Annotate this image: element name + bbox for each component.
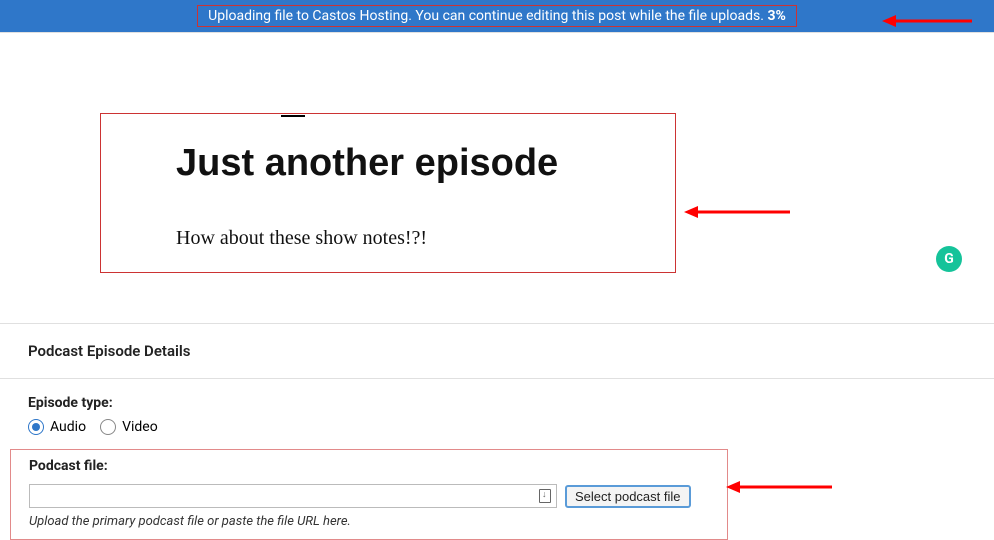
- episode-type-radios: Audio Video: [28, 419, 966, 435]
- post-body[interactable]: How about these show notes!?!: [176, 227, 645, 250]
- post-title[interactable]: Just another episode: [176, 142, 645, 185]
- annotation-arrow-file: [726, 480, 832, 494]
- podcast-file-hint: Upload the primary podcast file or paste…: [29, 514, 709, 529]
- radio-audio-label: Audio: [50, 419, 86, 435]
- meta-section-title: Podcast Episode Details: [28, 342, 966, 360]
- upload-message: Uploading file to Castos Hosting. You ca…: [208, 8, 764, 24]
- radio-icon: [28, 419, 44, 435]
- autofill-icon: [539, 489, 551, 503]
- podcast-file-label: Podcast file:: [29, 458, 709, 474]
- editor-area: Just another episode How about these sho…: [0, 33, 994, 273]
- radio-video[interactable]: Video: [100, 419, 158, 435]
- upload-progress-text: Uploading file to Castos Hosting. You ca…: [197, 5, 797, 27]
- grammarly-icon[interactable]: G: [936, 246, 962, 272]
- podcast-file-input-wrap: [29, 484, 557, 508]
- radio-video-label: Video: [122, 419, 158, 435]
- podcast-file-annotation-box: Podcast file: Select podcast file Upload…: [10, 449, 728, 540]
- annotation-arrow-banner: [882, 14, 972, 28]
- podcast-file-input[interactable]: [29, 484, 557, 508]
- upload-percent: 3%: [767, 8, 785, 24]
- divider: [0, 378, 994, 379]
- upload-progress-banner: Uploading file to Castos Hosting. You ca…: [0, 0, 994, 32]
- annotation-arrow-editor: [684, 205, 790, 219]
- radio-audio[interactable]: Audio: [28, 419, 86, 435]
- select-podcast-file-button[interactable]: Select podcast file: [565, 485, 691, 508]
- editor-annotation-box: Just another episode How about these sho…: [100, 113, 676, 273]
- radio-icon: [100, 419, 116, 435]
- episode-type-label: Episode type:: [28, 395, 966, 411]
- podcast-meta-section: Podcast Episode Details Episode type: Au…: [0, 323, 994, 540]
- podcast-file-row: Select podcast file: [29, 484, 709, 508]
- title-divider-mark: [281, 115, 305, 117]
- episode-type-group: Episode type: Audio Video: [28, 395, 966, 435]
